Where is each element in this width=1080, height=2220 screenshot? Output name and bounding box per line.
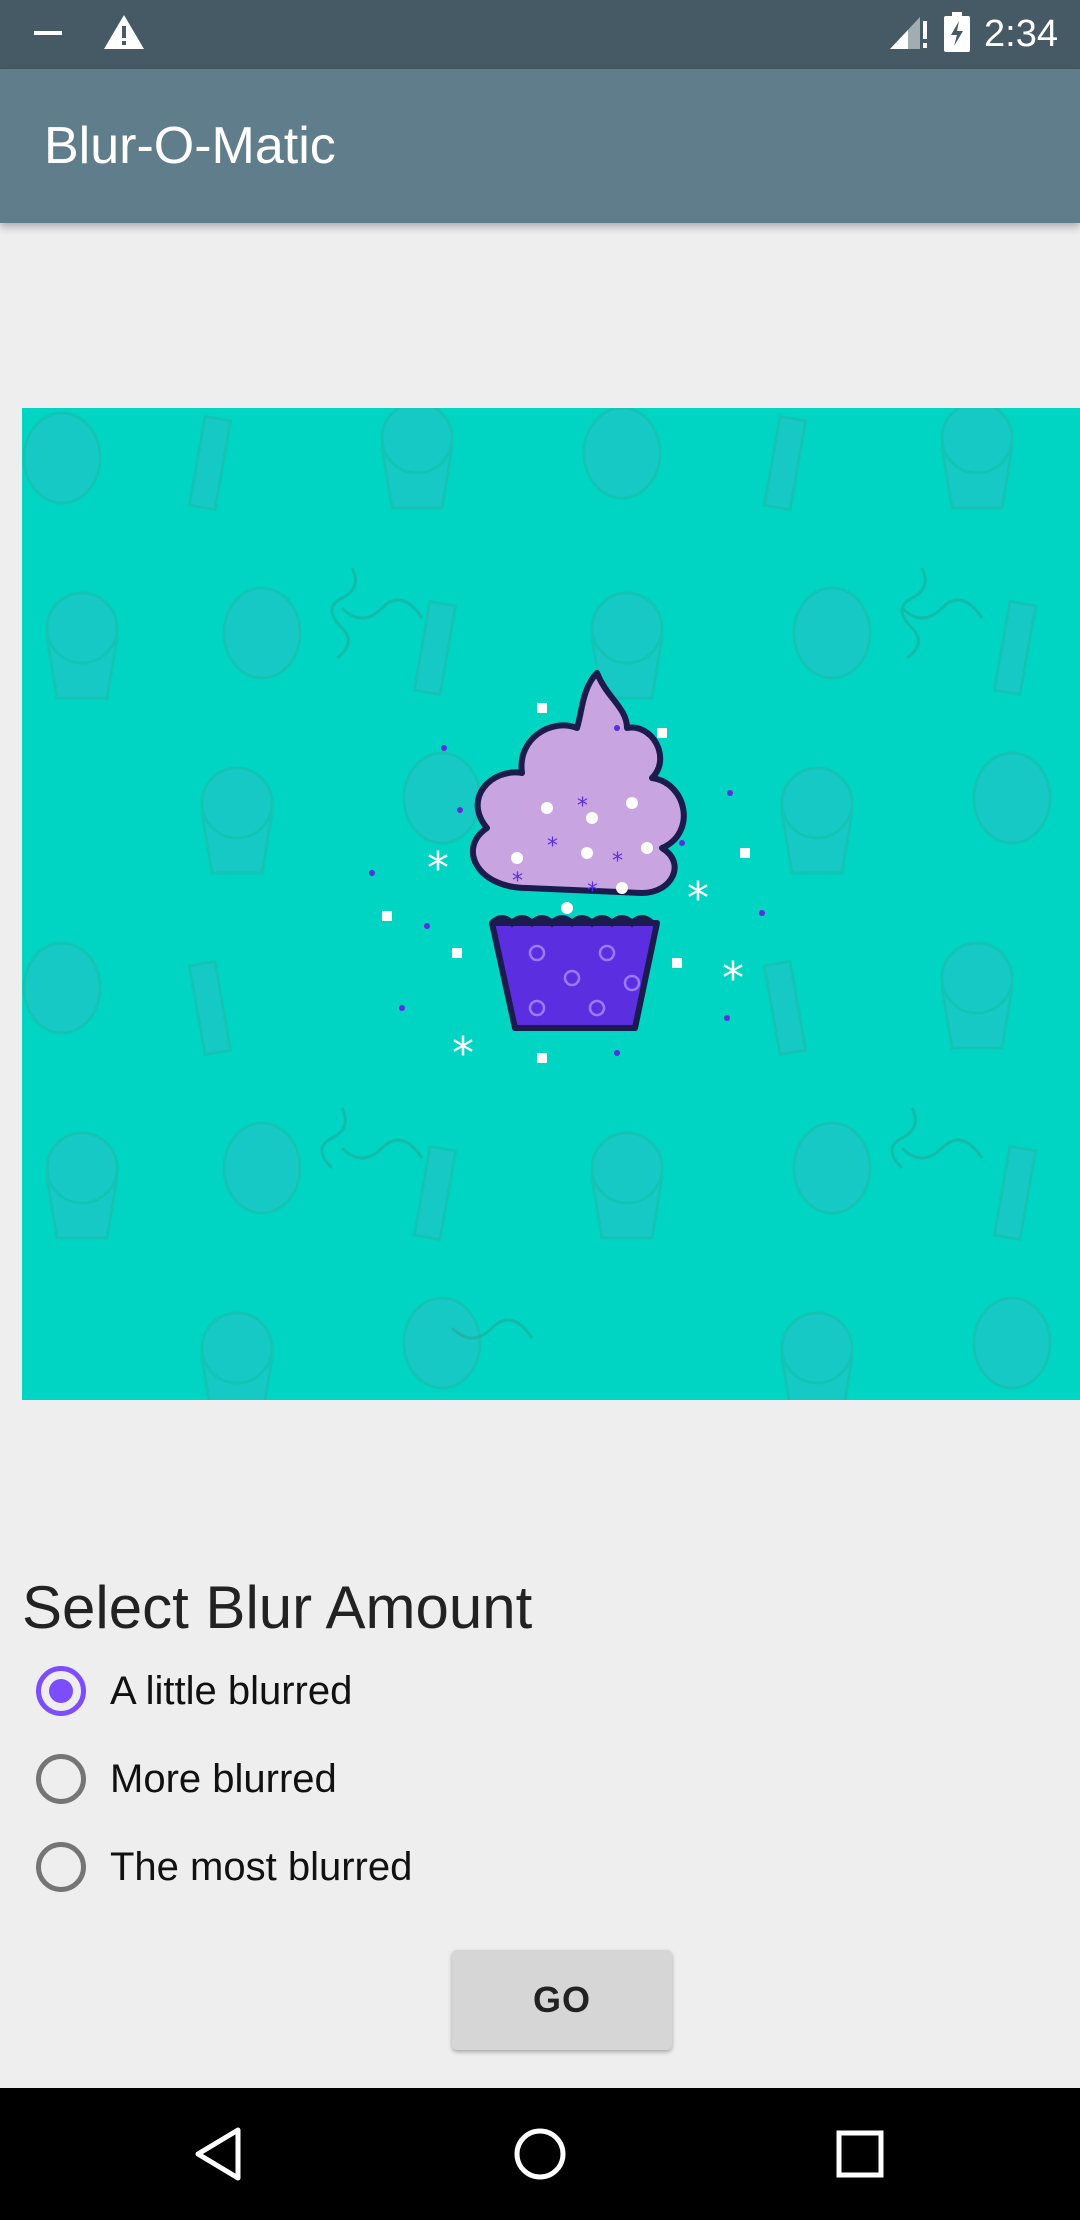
battery-charging-icon bbox=[944, 12, 971, 57]
radio-more-blurred[interactable]: More blurred bbox=[36, 1744, 337, 1814]
signal-icon bbox=[888, 13, 930, 56]
home-icon[interactable] bbox=[510, 2124, 570, 2184]
svg-text:*: * bbox=[687, 873, 709, 924]
svg-text:*: * bbox=[427, 843, 449, 894]
radio-label: More blurred bbox=[110, 1756, 337, 1801]
radio-unchecked-icon[interactable] bbox=[36, 1842, 86, 1892]
recents-icon[interactable] bbox=[830, 2124, 890, 2184]
warning-icon bbox=[102, 13, 146, 56]
svg-text:*: * bbox=[452, 1028, 474, 1079]
radio-the-most-blurred[interactable]: The most blurred bbox=[36, 1832, 412, 1902]
svg-text:*: * bbox=[587, 879, 598, 904]
status-bar: 2:34 bbox=[0, 0, 1080, 69]
svg-text:*: * bbox=[612, 849, 623, 874]
select-blur-title: Select Blur Amount bbox=[22, 1574, 533, 1641]
notification-dash-icon bbox=[34, 26, 62, 44]
app-bar: Blur-O-Matic bbox=[0, 69, 1080, 223]
svg-text:*: * bbox=[577, 794, 588, 819]
radio-label: The most blurred bbox=[110, 1844, 413, 1889]
cupcake-image: * * * * * * * * * bbox=[22, 408, 1080, 1400]
svg-text:*: * bbox=[722, 953, 744, 1004]
svg-text:*: * bbox=[512, 869, 523, 894]
go-button[interactable]: GO bbox=[452, 1950, 672, 2050]
radio-label: A little blurred bbox=[110, 1668, 353, 1713]
radio-a-little-blurred[interactable]: A little blurred bbox=[36, 1656, 352, 1726]
svg-text:*: * bbox=[547, 834, 558, 859]
back-icon[interactable] bbox=[190, 2124, 250, 2184]
radio-unchecked-icon[interactable] bbox=[36, 1754, 86, 1804]
radio-checked-icon[interactable] bbox=[36, 1666, 86, 1716]
navigation-bar bbox=[0, 2088, 1080, 2220]
status-time: 2:34 bbox=[984, 13, 1058, 55]
app-title: Blur-O-Matic bbox=[44, 117, 336, 175]
